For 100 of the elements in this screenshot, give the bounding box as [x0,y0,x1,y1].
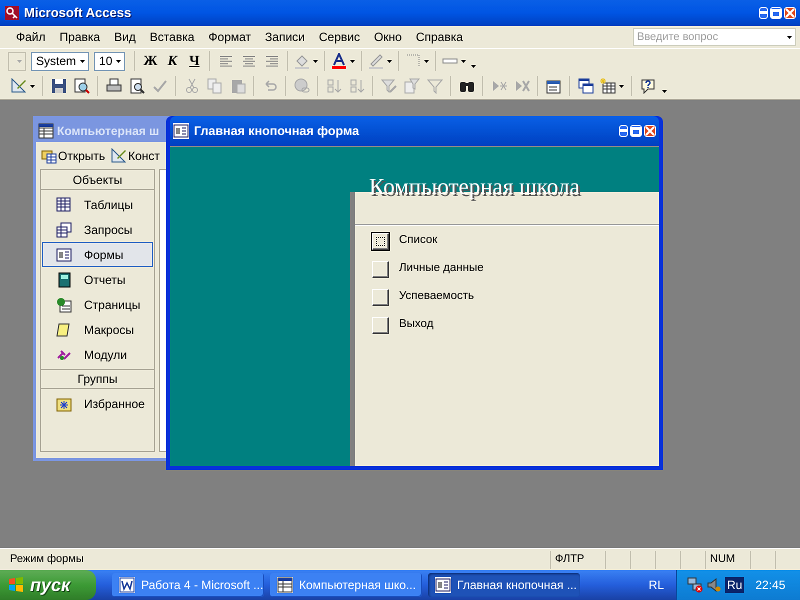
caret-icon[interactable] [424,60,430,62]
folder-icon [56,396,72,412]
format-button[interactable]: К [161,50,184,72]
minimize-button[interactable] [619,125,628,137]
open-form-icon [41,148,57,164]
objects-group-header[interactable]: Группы [41,369,154,389]
print-preview-icon [128,78,144,94]
taskbar-button[interactable]: Работа 4 - Microsoft ... [112,573,264,597]
close-icon [645,126,655,136]
switchboard-button[interactable] [372,260,389,278]
printer-icon [106,78,122,94]
font-dropdown[interactable]: System [31,52,90,70]
switchboard-button[interactable] [372,316,389,334]
objects-group-header[interactable]: Объекты [41,170,154,190]
caret-icon[interactable] [350,60,356,62]
objects-bar-item[interactable]: Формы [42,242,153,267]
language-indicator[interactable]: Ru [725,577,744,593]
button-label: Личные данные [399,261,484,276]
form-icon [173,123,189,139]
form-window-title: Главная кнопочная форма [194,122,360,140]
database-icon [38,122,54,138]
spelling-check-icon [152,78,168,94]
table-icon [56,196,72,212]
ruler-pencil-icon [111,148,128,164]
clock: 22:45 [755,577,786,594]
delete-record-icon [514,78,530,94]
menu-item[interactable]: Вставка [150,28,194,46]
status-text: Режим формы [9,552,85,568]
report-icon [56,272,72,288]
properties-icon [546,78,562,94]
restore-button[interactable] [770,7,782,19]
sort-ascending-icon [326,78,342,94]
new-table-icon [600,78,616,94]
status-indicator: ФЛТР [555,552,584,568]
objects-bar-item[interactable]: Модули [42,342,153,367]
key-icon [4,5,20,21]
database-window-title: Компьютерная ш [57,122,160,140]
format-button[interactable]: Ч [183,50,206,72]
objects-bar-item[interactable]: Страницы [42,292,153,317]
menu-item[interactable]: Файл [16,28,46,46]
caret-icon[interactable] [30,84,35,88]
objects-bar-item[interactable]: Макросы [42,317,153,342]
toolbar-options-icon[interactable] [662,90,667,92]
start-button[interactable]: пуск [0,570,96,600]
objects-bar-item[interactable]: Отчеты [42,267,153,292]
objects-bar-item[interactable]: Запросы [42,217,153,242]
menu-item[interactable]: Окно [374,28,402,46]
menu-item[interactable]: Вид [114,28,136,46]
toolbar-options-icon[interactable] [471,64,476,68]
format-button[interactable]: Ж [139,50,162,72]
letter-a-icon [331,53,348,69]
taskbar-button[interactable]: Компьютерная шко... [270,573,422,597]
align-center-icon [240,53,257,69]
caret-icon[interactable] [80,60,85,62]
pen-icon [368,53,384,69]
form-icon [435,577,451,593]
menu-item[interactable]: Правка [60,28,100,46]
button-label: Список [399,233,438,248]
switchboard-button[interactable] [372,288,389,306]
font-size-dropdown[interactable]: 10 [94,52,126,70]
new-record-icon [490,78,506,94]
language-bar-text: RL [648,577,664,594]
minimize-button[interactable] [759,7,768,19]
filter-selection-icon [380,78,396,94]
windows-logo-icon [8,576,26,594]
macro-icon [56,322,72,338]
help-icon [640,78,656,94]
clipboard-icon [230,78,246,94]
caret-icon[interactable] [313,60,318,62]
taskbar-button[interactable]: Главная кнопочная ... [428,573,580,597]
button-label: Выход [399,317,434,332]
border-icon [405,53,422,69]
globe-link-icon [294,78,310,94]
close-button[interactable] [644,125,656,137]
maximize-button[interactable] [630,125,642,137]
font-color-button[interactable] [329,50,358,72]
filter-icon [426,78,442,94]
menu-item[interactable]: Формат [208,28,252,46]
objects-bar-item[interactable]: Избранное [42,391,153,416]
menu-item[interactable]: Справка [416,28,463,46]
page-icon [56,296,72,312]
form-icon [56,246,72,262]
caret-icon[interactable] [619,84,624,88]
menu-item[interactable]: Сервис [318,28,360,46]
database-toolbar-button[interactable]: Открыть [41,146,106,164]
close-button[interactable] [784,7,796,19]
caret-icon[interactable] [387,60,392,62]
menu-item[interactable]: Записи [265,28,305,46]
database-icon [277,577,293,593]
speaker-icon [706,577,722,593]
objects-bar-item[interactable]: Таблицы [42,192,153,217]
caret-icon[interactable] [461,60,466,62]
align-left-icon [218,53,234,69]
close-icon [785,8,795,18]
copy-icon [206,78,222,94]
status-indicator: NUM [710,552,736,568]
switchboard-button[interactable] [372,232,389,250]
caret-icon[interactable] [116,60,121,62]
database-toolbar-button[interactable]: Конст [111,146,160,164]
window-title: Microsoft Access [24,4,132,22]
